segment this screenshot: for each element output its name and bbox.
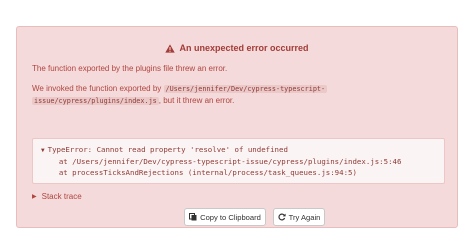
error-message: The function exported by the plugins fil… bbox=[32, 64, 228, 73]
invoked-message: We invoked the function exported by /Use… bbox=[32, 83, 452, 107]
copy-to-clipboard-button[interactable]: Copy to Clipboard bbox=[184, 208, 266, 226]
warning-triangle-icon bbox=[165, 43, 176, 53]
error-title-text: An unexpected error occurred bbox=[179, 43, 309, 53]
stack-trace-box: ▼ TypeError: Cannot read property 'resolv… bbox=[32, 138, 445, 184]
error-panel: An unexpected error occurred The functio… bbox=[16, 26, 458, 228]
stack-frame: at /Users/jennifer/Dev/cypress-typescrip… bbox=[58, 157, 402, 166]
plugin-path-part1: /Users/jennifer/Dev/cypress-typescript- bbox=[163, 85, 328, 93]
refresh-icon bbox=[277, 213, 286, 221]
triangle-right-icon: ▶ bbox=[32, 194, 37, 200]
triangle-down-icon: ▼ bbox=[41, 147, 45, 154]
invoked-suffix: , but it threw an error. bbox=[158, 96, 235, 105]
try-again-label: Try Again bbox=[288, 212, 321, 222]
stack-trace-toggle[interactable]: ▶ Stack trace bbox=[32, 192, 82, 201]
stack-error-line[interactable]: ▼ TypeError: Cannot read property 'resolv… bbox=[41, 144, 444, 156]
stack-trace-label: Stack trace bbox=[41, 192, 82, 201]
copy-icon bbox=[189, 213, 197, 221]
plugin-path-part2: issue/cypress/plugins/index.js bbox=[32, 97, 159, 105]
try-again-button[interactable]: Try Again bbox=[273, 208, 325, 226]
error-title: An unexpected error occurred bbox=[17, 43, 457, 53]
invoked-prefix: We invoked the function exported by bbox=[32, 84, 162, 93]
stack-frame: at processTicksAndRejections (internal/p… bbox=[58, 168, 357, 177]
copy-button-label: Copy to Clipboard bbox=[200, 212, 261, 222]
